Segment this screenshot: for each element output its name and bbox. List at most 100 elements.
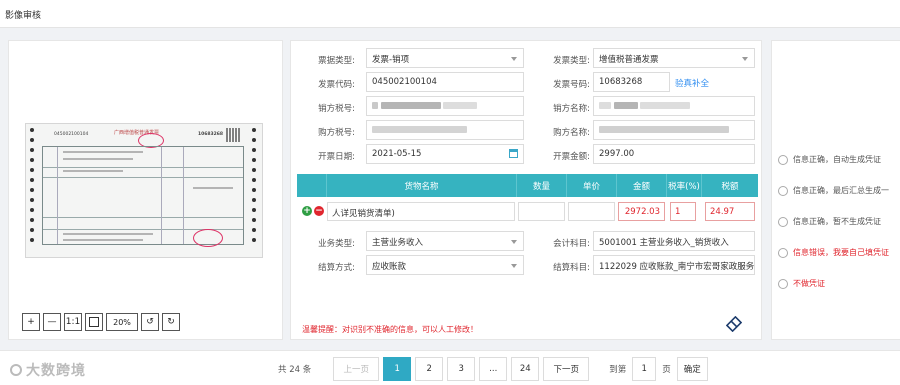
header-actions [297,174,327,197]
voucher-options-panel: 信息正确，自动生成凭证 信息正确，最后汇总生成一 信息正确，暂不生成凭证 信息错… [771,40,900,340]
option-no-voucher-yet[interactable]: 信息正确，暂不生成凭证 [778,216,881,227]
confirm-button[interactable]: 确定 [676,357,708,381]
goto-prefix: 到第 [609,365,627,375]
invoice-type-select[interactable]: 增值税普通发票 [593,48,755,68]
goto-suffix: 页 [662,365,671,375]
page-ellipsis[interactable]: ... [479,357,508,381]
option-label: 信息正确，自动生成凭证 [793,155,881,164]
total-count: 共 24 条 [278,365,312,375]
radio-icon[interactable] [778,185,788,196]
invoice-category-label: 票据类型: [318,56,355,66]
settle-account-field[interactable]: 1122029 应收账款_南宁市宏哥家政服务 [593,255,755,275]
radio-icon[interactable] [778,216,788,227]
header-amount: 金额 [617,174,667,197]
invoice-image-code: 045002100104 [54,132,89,137]
watermark-logo: 大数跨境 [10,360,86,380]
pagination: 共 24 条 上一页 1 2 3 ... 24 下一页 到第 1 页 确定 [278,357,712,381]
verify-link[interactable]: 验真补全 [675,77,709,89]
header-rate: 税率(%) [667,174,702,197]
invoice-code-field[interactable]: 045002100104 [366,72,524,92]
page-3-button[interactable]: 3 [447,357,476,381]
option-auto-voucher[interactable]: 信息正确，自动生成凭证 [778,154,881,165]
remove-row-icon[interactable]: − [314,206,324,216]
seller-tax-label: 销方税号: [318,104,355,114]
item-qty-field[interactable] [518,202,565,221]
item-price-field[interactable] [568,202,615,221]
goto-page-input[interactable]: 1 [632,357,657,381]
settlement-select[interactable]: 应收账款 [366,255,524,275]
business-type-select[interactable]: 主营业务收入 [366,231,524,251]
option-manual-voucher[interactable]: 信息错误，我要自己填凭证 [778,247,889,258]
fit-screen-button[interactable] [85,313,103,331]
invoice-image[interactable]: 045002100104 广西增值税普通发票 10683268 [25,123,263,258]
buyer-name-label: 购方名称: [553,128,590,138]
table-row: + − 人详见销货清单) 2972.03 1 24.97 [297,201,758,223]
business-type-value: 主营业务收入 [372,238,424,248]
seller-name-label: 销方名称: [553,104,590,114]
item-name-field[interactable]: 人详见销货清单) [327,202,515,221]
header-name: 货物名称 [327,174,517,197]
zoom-out-button[interactable]: — [43,313,61,331]
header-qty: 数量 [517,174,567,197]
prev-page-button[interactable]: 上一页 [333,357,380,381]
settle-account-label: 结算科目: [553,263,590,273]
invoice-form-panel: 票据类型: 发票-销项 发票类型: 增值税普通发票 发票代码: 04500210… [290,40,762,340]
issue-date-field[interactable]: 2021-05-15 [366,144,524,164]
items-table-header: 货物名称 数量 单价 金额 税率(%) 税额 [297,174,758,197]
option-skip-voucher[interactable]: 不做凭证 [778,278,825,289]
buyer-tax-label: 购方税号: [318,128,355,138]
header-tax: 税额 [721,181,739,192]
settlement-label: 结算方式: [318,263,355,273]
add-row-icon[interactable]: + [302,206,312,216]
image-toolbar: + — 1:1 20% ↺ ↻ [22,313,180,331]
option-summary-voucher[interactable]: 信息正确，最后汇总生成一 [778,185,889,196]
invoice-number-field[interactable]: 10683268 [593,72,670,92]
actual-size-button[interactable]: 1:1 [64,313,82,331]
page-title: 影像审核 [5,11,42,21]
option-label: 信息正确，暂不生成凭证 [793,217,881,226]
next-page-button[interactable]: 下一页 [543,357,590,381]
eraser-icon[interactable] [726,316,742,332]
buyer-tax-field[interactable] [366,120,524,140]
logo-icon [10,364,22,376]
invoice-grid [42,146,244,247]
item-rate-field[interactable]: 1 [670,202,696,221]
perforation-left [30,128,36,253]
account-field[interactable]: 5001001 主营业务收入_销货收入 [593,231,755,251]
radio-icon[interactable] [778,154,788,165]
invoice-type-label: 发票类型: [553,56,590,66]
seller-name-field[interactable] [593,96,755,116]
page-1-button[interactable]: 1 [383,357,412,381]
chevron-down-icon [511,240,517,244]
rotate-left-button[interactable]: ↺ [141,313,159,331]
buyer-name-field[interactable] [593,120,755,140]
page-2-button[interactable]: 2 [415,357,444,381]
top-bar: 影像审核 [0,0,900,28]
account-label: 会计科目: [553,239,590,249]
option-label: 信息错误，我要自己填凭证 [793,248,889,257]
invoice-category-select[interactable]: 发票-销项 [366,48,524,68]
invoice-image-number: 10683268 [198,132,224,137]
item-tax-field[interactable]: 24.97 [705,202,755,221]
invoice-image-panel: 045002100104 广西增值税普通发票 10683268 + — 1:1 [8,40,283,340]
perforation-right [252,128,258,253]
amount-label: 开票金额: [553,152,590,162]
header-price: 单价 [567,174,617,197]
zoom-in-button[interactable]: + [22,313,40,331]
radio-icon[interactable] [778,278,788,289]
item-amount-field[interactable]: 2972.03 [618,202,665,221]
issue-date-value: 2021-05-15 [372,149,422,159]
amount-field[interactable]: 2997.00 [593,144,755,164]
page-24-button[interactable]: 24 [511,357,540,381]
seller-tax-field[interactable] [366,96,524,116]
invoice-code-label: 发票代码: [318,80,355,90]
invoice-number-label: 发票号码: [553,80,590,90]
rotate-right-button[interactable]: ↻ [162,313,180,331]
option-label: 不做凭证 [793,279,825,288]
chevron-down-icon [511,264,517,268]
business-type-label: 业务类型: [318,239,355,249]
chevron-down-icon [742,57,748,61]
calendar-icon[interactable] [509,149,518,158]
radio-icon[interactable] [778,247,788,258]
settlement-value: 应收账款 [372,262,407,272]
